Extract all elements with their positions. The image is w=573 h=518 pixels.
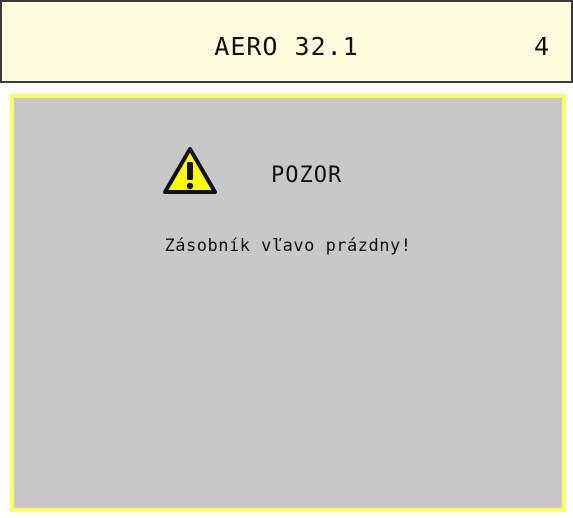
header-bar: AERO 32.1 4 [0,0,573,83]
terminal-screen: AERO 32.1 4 POZOR Zásobník vľavo prázdny… [0,0,573,518]
warning-triangle-icon [163,147,217,194]
alarm-dialog[interactable]: POZOR Zásobník vľavo prázdny! [10,94,566,512]
machine-title: AERO 32.1 [214,32,359,61]
alarm-frame: POZOR Zásobník vľavo prázdny! [0,89,573,518]
alarm-message: Zásobník vľavo prázdny! [164,236,412,256]
page-number: 4 [533,32,549,61]
alarm-title: POZOR [271,163,343,188]
